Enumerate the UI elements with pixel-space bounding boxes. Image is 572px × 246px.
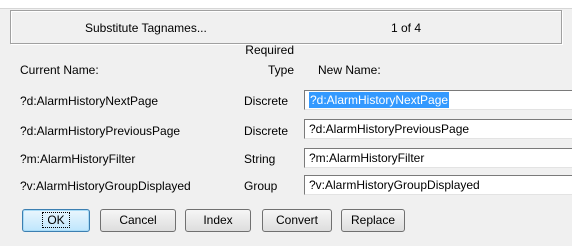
substitute-tagnames-dialog: Substitute Tagnames... 1 of 4 Current Na… <box>0 0 572 246</box>
ok-button-label: OK <box>42 212 70 228</box>
new-name-value-2: ?d:AlarmHistoryPreviousPage <box>309 122 470 136</box>
column-header-new-name: New Name: <box>318 63 381 77</box>
column-header-required-type-line2: Type <box>267 63 294 77</box>
new-name-field-3[interactable]: ?m:AlarmHistoryFilter <box>304 148 572 168</box>
required-type-4: Group <box>244 179 278 193</box>
required-type-2: Discrete <box>244 124 289 138</box>
required-type-3: String <box>244 152 276 166</box>
current-name-1: ?d:AlarmHistoryNextPage <box>20 94 159 108</box>
new-name-value-3: ?m:AlarmHistoryFilter <box>309 151 425 165</box>
current-name-2: ?d:AlarmHistoryPreviousPage <box>20 124 181 138</box>
current-name-3: ?m:AlarmHistoryFilter <box>20 152 136 166</box>
dialog-title: Substitute Tagnames... <box>85 21 207 35</box>
ok-button[interactable]: OK <box>22 209 90 232</box>
title-frame: Substitute Tagnames... 1 of 4 <box>10 10 562 44</box>
new-name-value-1: ?d:AlarmHistoryNextPage <box>309 92 450 108</box>
required-type-1: Discrete <box>244 94 289 108</box>
current-name-4: ?v:AlarmHistoryGroupDisplayed <box>20 179 191 193</box>
index-button[interactable]: Index <box>185 209 251 232</box>
convert-button[interactable]: Convert <box>262 209 332 232</box>
new-name-field-2[interactable]: ?d:AlarmHistoryPreviousPage <box>304 119 572 139</box>
top-strip <box>0 0 572 9</box>
column-header-required-type: Required Type <box>240 43 294 77</box>
new-name-value-4: ?v:AlarmHistoryGroupDisplayed <box>309 178 480 192</box>
replace-button[interactable]: Replace <box>341 209 405 232</box>
column-header-current-name: Current Name: <box>20 63 99 77</box>
new-name-field-4[interactable]: ?v:AlarmHistoryGroupDisplayed <box>304 175 572 195</box>
cancel-button[interactable]: Cancel <box>100 209 176 232</box>
new-name-field-1[interactable]: ?d:AlarmHistoryNextPage <box>304 90 572 110</box>
column-header-required-type-line1: Required <box>245 43 294 57</box>
page-counter: 1 of 4 <box>391 21 422 35</box>
